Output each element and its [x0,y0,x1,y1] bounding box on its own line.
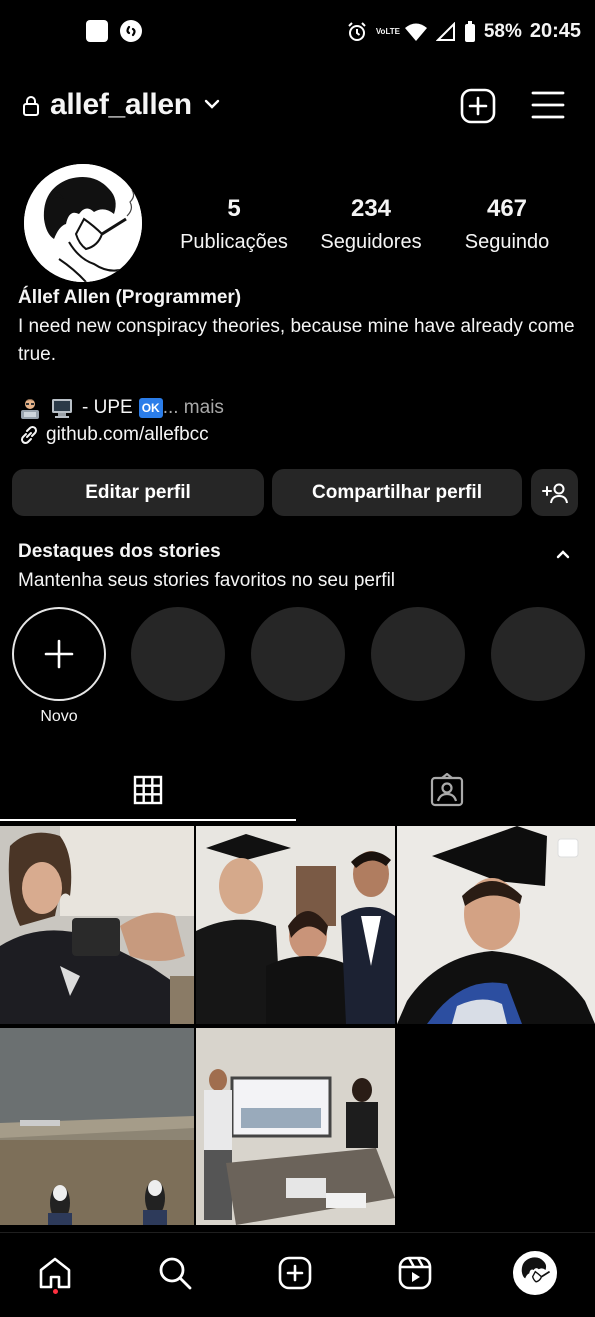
profile-avatar [513,1251,557,1295]
nav-create[interactable] [271,1249,319,1297]
new-highlight-label: Novo [40,708,78,725]
edit-profile-button[interactable]: Editar perfil [12,469,264,516]
stat-following[interactable]: 467 Seguindo [452,195,562,254]
profile-header: allef_allen [0,78,595,134]
highlight-placeholder [251,607,345,701]
photo-floor-shoes [0,1028,194,1225]
photo-graduation-group [196,826,395,1024]
battery-icon [464,20,475,42]
stat-posts-value: 5 [227,195,241,222]
post-thumbnail[interactable] [0,826,194,1024]
post-thumbnail[interactable] [0,1028,194,1225]
home-icon [39,1257,71,1289]
highlights-title: Destaques dos stories [18,541,221,562]
photo-selfie [0,826,194,1024]
battery-percent: 58% [483,20,522,42]
status-bar: VoLTE 58% 20:45 [0,0,595,64]
nav-search[interactable] [151,1249,199,1297]
stat-following-value: 467 [486,195,528,222]
profile-name: Állef Allen (Programmer) [18,287,242,308]
add-person-icon [541,483,568,503]
chevron-up-icon[interactable] [555,548,571,560]
highlight-placeholder [371,607,465,701]
new-highlight-button[interactable] [12,607,106,701]
highlight-placeholder [131,607,225,701]
stat-followers[interactable]: 234 Seguidores [312,195,430,254]
profile-bio: I need new conspiracy theories, because … [18,316,575,365]
post-thumbnail[interactable] [196,826,395,1024]
volte-indicator: VoLTE [375,27,400,36]
nav-reels[interactable] [391,1249,439,1297]
wifi-icon [404,23,427,41]
clock: 20:45 [529,20,581,42]
photo-graduate-portrait [397,826,595,1024]
signal-icon [435,21,455,41]
stat-followers-value: 234 [350,195,392,222]
new-post-icon[interactable] [460,88,496,124]
alarm-icon [348,21,366,41]
grid-icon [133,775,163,804]
share-profile-button[interactable]: Compartilhar perfil [272,469,522,516]
username[interactable]: allef_allen [50,88,192,122]
chevron-down-icon[interactable] [204,98,220,110]
technologist-emoji-icon [18,396,42,420]
tab-posts-grid[interactable] [0,760,296,819]
profile-avatar[interactable] [24,164,142,282]
notification-square-icon [86,20,108,42]
ok-badge: OK [138,398,163,418]
profile-link-text: github.com/allefbcc [46,424,209,445]
create-icon [278,1256,312,1290]
link-icon [20,425,38,445]
search-icon [159,1257,192,1290]
post-thumbnail[interactable] [196,1028,395,1225]
bio-upe: - UPE [82,397,133,418]
reels-icon [398,1256,432,1290]
bio-more-link[interactable]: ... mais [163,397,224,419]
photo-meeting-room [196,1028,395,1225]
stat-posts[interactable]: 5 Publicações [170,195,298,254]
computer-emoji-icon [50,396,74,420]
nav-profile[interactable] [511,1249,559,1297]
shazam-icon [120,20,142,42]
highlights-subtitle: Mantenha seus stories favoritos no seu p… [18,570,396,591]
highlight-placeholder [491,607,585,701]
tab-tagged[interactable] [298,760,595,819]
bottom-navigation [0,1232,595,1317]
bio-extra-line[interactable]: - UPE OK ... mais [18,396,224,420]
active-tab-indicator [0,819,296,821]
stat-following-label: Seguindo [464,231,550,253]
avatar-illustration [24,164,142,282]
notification-dot [53,1289,58,1294]
post-thumbnail[interactable] [397,826,595,1024]
plus-icon [44,639,74,669]
menu-icon[interactable] [531,90,565,120]
stat-followers-label: Seguidores [320,231,422,253]
stat-posts-label: Publicações [180,231,288,253]
lock-icon [23,96,39,116]
profile-tabs [0,760,595,824]
profile-link[interactable]: github.com/allefbcc [18,424,209,446]
tagged-icon [430,772,463,806]
discover-people-button[interactable] [531,469,578,516]
